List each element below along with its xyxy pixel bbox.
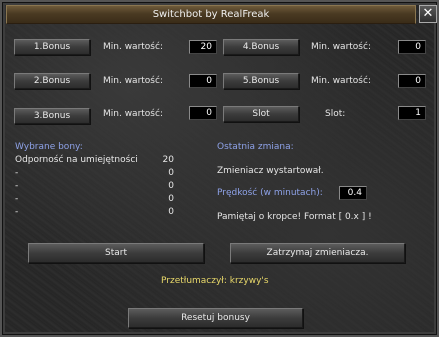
bonus-4-button[interactable]: 4.Bonus — [223, 39, 299, 55]
bonus-3-min-label: Min. wartość: — [103, 109, 163, 119]
list-item: - — [15, 194, 19, 204]
bonus-4-min-label: Min. wartość: — [311, 42, 371, 52]
start-button[interactable]: Start — [28, 243, 204, 263]
bonus-1-min-input[interactable]: 20 — [189, 40, 217, 54]
bonus-5-min-label: Min. wartość: — [311, 76, 371, 86]
stop-button[interactable]: Zatrzymaj zmieniacza. — [230, 243, 405, 263]
last-change-title: Ostatnia zmiana: — [217, 142, 294, 152]
bonus-2-min-input[interactable]: 0 — [189, 74, 217, 88]
bonus-5-button[interactable]: 5.Bonus — [223, 73, 299, 89]
slot-button[interactable]: Slot — [223, 106, 299, 122]
list-item: - — [15, 168, 19, 178]
selected-bonuses-title: Wybrane bony: — [15, 142, 83, 152]
window-title: Switchbot by RealFreak — [6, 5, 416, 24]
list-item-value: 0 — [168, 194, 174, 204]
bonus-3-min-input[interactable]: 0 — [189, 106, 217, 120]
switchbot-window: Switchbot by RealFreak ✕ 1.Bonus Min. wa… — [0, 0, 439, 337]
slot-input[interactable]: 1 — [398, 106, 426, 120]
bonus-1-button[interactable]: 1.Bonus — [14, 39, 90, 55]
list-item: Odporność na umiejętności — [15, 155, 138, 165]
status-text: Zmieniacz wystartował. — [217, 166, 324, 176]
bonus-2-min-label: Min. wartość: — [103, 76, 163, 86]
list-item: - — [15, 181, 19, 191]
speed-label: Prędkość (w minutach): — [217, 188, 323, 198]
bonus-1-min-label: Min. wartość: — [103, 42, 163, 52]
reset-bonuses-button[interactable]: Resetuj bonusy — [128, 308, 303, 328]
speed-input[interactable]: 0.4 — [339, 186, 367, 200]
close-icon[interactable]: ✕ — [419, 5, 437, 23]
bonus-2-button[interactable]: 2.Bonus — [14, 73, 90, 89]
slot-label: Slot: — [325, 109, 346, 119]
list-item-value: 0 — [168, 168, 174, 178]
list-item-value: 20 — [162, 155, 174, 165]
translator-credit: Przetłumaczył: krzywy's — [161, 276, 269, 286]
bonus-4-min-input[interactable]: 0 — [398, 40, 426, 54]
list-item-value: 0 — [168, 181, 174, 191]
list-item-value: 0 — [168, 207, 174, 217]
bonus-5-min-input[interactable]: 0 — [398, 74, 426, 88]
format-hint: Pamiętaj o kropce! Format [ 0.x ] ! — [217, 212, 372, 222]
bonus-3-button[interactable]: 3.Bonus — [14, 108, 90, 124]
list-item: - — [15, 207, 19, 217]
